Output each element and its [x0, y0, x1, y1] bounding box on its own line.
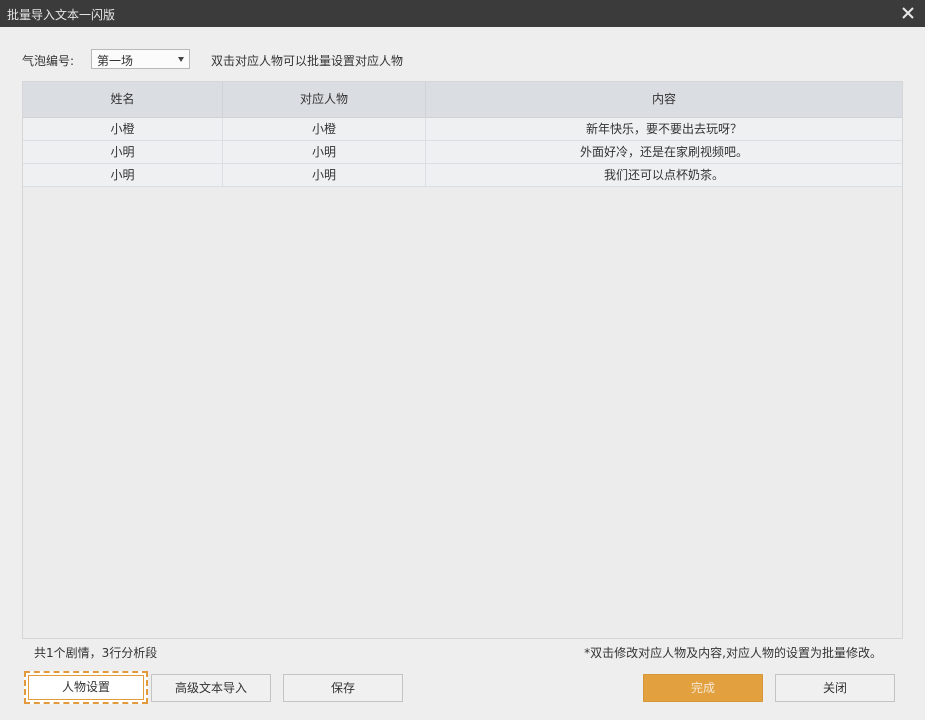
dialog-content: 气泡编号: 第一场 双击对应人物可以批量设置对应人物 姓名 对应人物 内容 小橙… — [0, 27, 925, 720]
cell-name[interactable]: 小橙 — [23, 118, 222, 140]
character-settings-button[interactable]: 人物设置 — [24, 671, 148, 704]
cell-character[interactable]: 小明 — [222, 164, 425, 186]
table-row[interactable]: 小明 小明 我们还可以点杯奶茶。 — [23, 164, 902, 187]
table-row[interactable]: 小橙 小橙 新年快乐，要不要出去玩呀？ — [23, 118, 902, 141]
table-header: 姓名 对应人物 内容 — [23, 82, 902, 118]
header-content: 内容 — [425, 82, 902, 117]
table-body: 小橙 小橙 新年快乐，要不要出去玩呀？ 小明 小明 外面好冷，还是在家刷视频吧。… — [23, 118, 902, 187]
window-title: 批量导入文本一闪版 — [7, 8, 116, 22]
bubble-number-label: 气泡编号: — [22, 54, 75, 68]
cell-content[interactable]: 我们还可以点杯奶茶。 — [425, 164, 902, 186]
batch-hint: 双击对应人物可以批量设置对应人物 — [211, 54, 404, 68]
footer-note: *双击修改对应人物及内容,对应人物的设置为批量修改。 — [584, 646, 882, 660]
advanced-import-button[interactable]: 高级文本导入 — [151, 674, 271, 702]
cell-name[interactable]: 小明 — [23, 141, 222, 163]
select-value: 第一场 — [97, 54, 134, 68]
cell-character[interactable]: 小明 — [222, 141, 425, 163]
character-settings-label: 人物设置 — [28, 675, 144, 700]
close-icon[interactable] — [898, 3, 918, 23]
script-table: 姓名 对应人物 内容 小橙 小橙 新年快乐，要不要出去玩呀？ 小明 小明 外面好… — [22, 81, 903, 639]
title-bar: 批量导入文本一闪版 — [0, 0, 925, 27]
bubble-number-select[interactable]: 第一场 — [91, 49, 190, 69]
cell-name[interactable]: 小明 — [23, 164, 222, 186]
header-name: 姓名 — [110, 92, 135, 106]
close-button[interactable]: 关闭 — [775, 674, 895, 702]
done-button[interactable]: 完成 — [643, 674, 763, 702]
chevron-down-icon — [178, 57, 184, 62]
table-row[interactable]: 小明 小明 外面好冷，还是在家刷视频吧。 — [23, 141, 902, 164]
summary-text: 共1个剧情，3行分析段 — [34, 646, 158, 660]
save-button[interactable]: 保存 — [283, 674, 403, 702]
cell-content[interactable]: 新年快乐，要不要出去玩呀？ — [425, 118, 902, 140]
cell-content[interactable]: 外面好冷，还是在家刷视频吧。 — [425, 141, 902, 163]
dialog-window: 批量导入文本一闪版 气泡编号: 第一场 双击对应人物可以批量设置对应人物 姓名 … — [0, 0, 925, 720]
cell-character[interactable]: 小橙 — [222, 118, 425, 140]
header-character: 对应人物 — [222, 82, 425, 117]
